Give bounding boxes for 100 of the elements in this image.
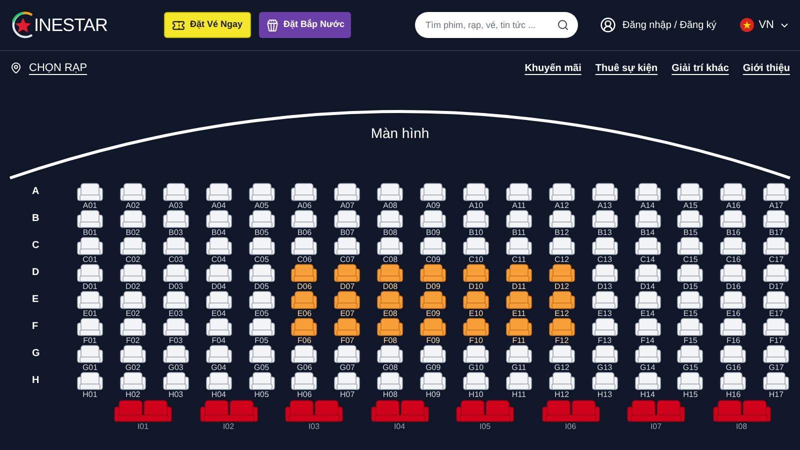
seat[interactable]: H14	[630, 372, 666, 399]
seat[interactable]: D14	[630, 264, 666, 291]
seat[interactable]: H04	[200, 372, 237, 399]
seat[interactable]: G07	[329, 345, 366, 372]
seat[interactable]: B16	[715, 210, 752, 237]
seat[interactable]: B08	[372, 210, 408, 237]
seat[interactable]: C07	[329, 237, 366, 264]
seat[interactable]: F02	[114, 318, 151, 345]
nav-link[interactable]: Giới thiệu	[742, 60, 790, 76]
nav-link[interactable]: Thuê sự kiện	[595, 60, 658, 76]
seat[interactable]: G14	[630, 345, 666, 372]
seat[interactable]: F08	[372, 318, 408, 345]
seat[interactable]: E06	[286, 291, 322, 318]
order-button[interactable]: Đặt Vé Ngay	[164, 12, 251, 38]
seat[interactable]: G03	[158, 345, 194, 372]
seat[interactable]: G10	[458, 345, 494, 372]
seat[interactable]: G16	[715, 345, 752, 372]
seat[interactable]: F07	[329, 318, 366, 345]
seat[interactable]: H01	[72, 372, 108, 399]
seat[interactable]: G13	[586, 345, 623, 372]
seat[interactable]: A11	[500, 183, 537, 210]
seat[interactable]: B05	[244, 210, 280, 237]
seat[interactable]: C03	[158, 237, 194, 264]
seat[interactable]: E05	[244, 291, 280, 318]
seat[interactable]: D09	[415, 264, 452, 291]
seat[interactable]: B06	[286, 210, 322, 237]
seat[interactable]: E13	[586, 291, 623, 318]
seat[interactable]: F16	[715, 318, 752, 345]
seat[interactable]: D04	[200, 264, 237, 291]
seat[interactable]: H17	[758, 372, 794, 399]
seat[interactable]: A13	[586, 183, 623, 210]
seat[interactable]: C05	[244, 237, 280, 264]
seat[interactable]: H13	[586, 372, 623, 399]
seat[interactable]: E16	[715, 291, 752, 318]
seat[interactable]: E14	[630, 291, 666, 318]
seat[interactable]: E17	[758, 291, 794, 318]
seat[interactable]: B03	[158, 210, 194, 237]
seat[interactable]: H16	[715, 372, 752, 399]
seat[interactable]: C16	[715, 237, 752, 264]
seat[interactable]: D12	[544, 264, 580, 291]
seat[interactable]: A14	[630, 183, 666, 210]
seat[interactable]: C04	[200, 237, 237, 264]
seat[interactable]: D10	[458, 264, 494, 291]
seat[interactable]: E04	[200, 291, 237, 318]
couple-seat[interactable]: I02	[198, 400, 258, 431]
seat[interactable]: E07	[329, 291, 366, 318]
seat[interactable]: H10	[458, 372, 494, 399]
seat[interactable]: A16	[715, 183, 752, 210]
seat[interactable]: B12	[544, 210, 580, 237]
seat[interactable]: A02	[114, 183, 151, 210]
login-link[interactable]: Đăng nhập / Đăng ký	[600, 17, 716, 33]
seat[interactable]: D11	[500, 264, 537, 291]
seat[interactable]: G05	[244, 345, 280, 372]
seat[interactable]: D05	[244, 264, 280, 291]
seat[interactable]: D16	[715, 264, 752, 291]
seat[interactable]: D08	[372, 264, 408, 291]
seat[interactable]: G17	[758, 345, 794, 372]
seat[interactable]: D03	[158, 264, 194, 291]
seat[interactable]: C08	[372, 237, 408, 264]
seat[interactable]: B02	[114, 210, 151, 237]
seat[interactable]: C09	[415, 237, 452, 264]
seat[interactable]: H09	[415, 372, 452, 399]
seat[interactable]: B11	[500, 210, 537, 237]
seat[interactable]: F11	[500, 318, 537, 345]
seat[interactable]: H07	[329, 372, 366, 399]
seat[interactable]: D01	[72, 264, 108, 291]
seat[interactable]: G02	[114, 345, 151, 372]
choose-cinema-link[interactable]: CHỌN RẠP	[29, 60, 88, 76]
seat[interactable]: B09	[415, 210, 452, 237]
search-field[interactable]: Tìm phim, rạp, vé, tin tức ...	[415, 12, 578, 38]
seat[interactable]: E08	[372, 291, 408, 318]
seat[interactable]: F03	[158, 318, 194, 345]
seat[interactable]: D07	[329, 264, 366, 291]
seat[interactable]: B10	[458, 210, 494, 237]
seat[interactable]: B07	[329, 210, 366, 237]
couple-seat[interactable]: I06	[540, 400, 600, 431]
seat[interactable]: D02	[114, 264, 151, 291]
seat[interactable]: F04	[200, 318, 237, 345]
couple-seat[interactable]: I01	[113, 400, 173, 431]
seat[interactable]: B15	[672, 210, 708, 237]
seat[interactable]: H15	[672, 372, 708, 399]
seat[interactable]: D13	[586, 264, 623, 291]
seat[interactable]: G15	[672, 345, 708, 372]
seat[interactable]: F12	[544, 318, 580, 345]
seat[interactable]: E02	[114, 291, 151, 318]
seat[interactable]: C12	[544, 237, 580, 264]
seat[interactable]: A03	[158, 183, 194, 210]
seat[interactable]: A08	[372, 183, 408, 210]
seat[interactable]: E09	[415, 291, 452, 318]
couple-seat[interactable]: I03	[284, 400, 344, 431]
seat[interactable]: C06	[286, 237, 322, 264]
seat[interactable]: C10	[458, 237, 494, 264]
seat[interactable]: C15	[672, 237, 708, 264]
seat[interactable]: C14	[630, 237, 666, 264]
seat[interactable]: H05	[244, 372, 280, 399]
couple-seat[interactable]: I07	[626, 400, 686, 431]
seat[interactable]: G06	[286, 345, 322, 372]
seat[interactable]: F09	[415, 318, 452, 345]
seat[interactable]: A07	[329, 183, 366, 210]
seat[interactable]: C17	[758, 237, 794, 264]
